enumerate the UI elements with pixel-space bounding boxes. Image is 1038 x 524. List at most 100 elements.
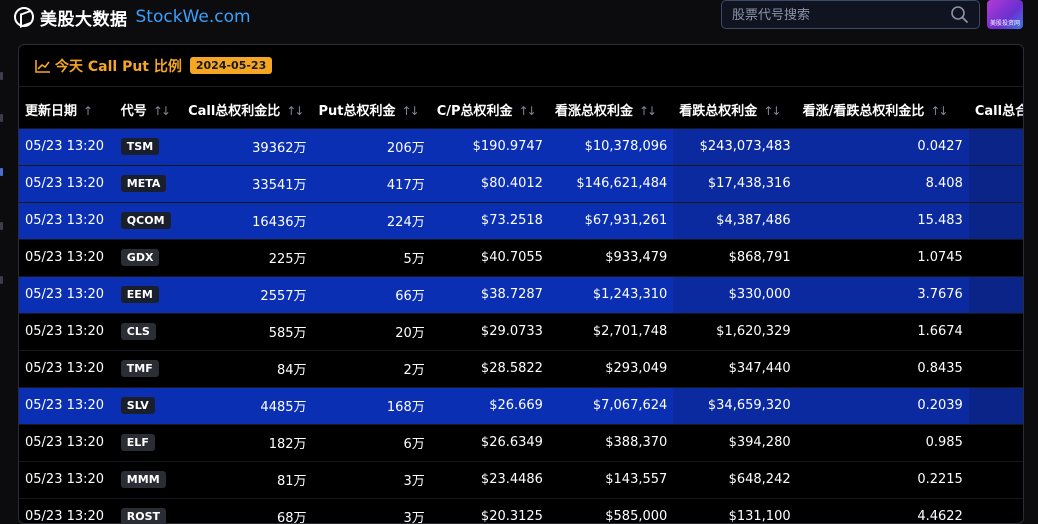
value-cell: 0.8435 <box>796 349 969 387</box>
value-cell: $1,620,329 <box>673 312 797 350</box>
table-row[interactable]: 05/23 13:20 QCOM 16436万 224万 $73.2518 $67,931… <box>19 201 1023 239</box>
sidebar-marker <box>0 168 3 176</box>
column-header-label: 看涨/看跌总权利金比 <box>802 104 925 120</box>
ticker-badge[interactable]: TMF <box>120 360 159 377</box>
column-header[interactable]: 看涨总权利金 ↑↓ <box>548 92 674 128</box>
value-cell: 12 <box>968 312 1023 350</box>
table-row[interactable]: 05/23 13:20 TMF 84万 2万 $28.5822 $293,049 $347,… <box>19 349 1023 387</box>
sort-icon[interactable]: ↑↓ <box>763 104 781 118</box>
value-cell: 310 <box>968 386 1023 424</box>
ticker-badge[interactable]: ROST <box>120 508 167 523</box>
sort-icon[interactable]: ↑↓ <box>153 104 171 118</box>
value-cell: $933,479 <box>548 238 674 276</box>
ticker-badge[interactable]: ELF <box>120 434 155 451</box>
date-cell: 05/23 13:20 <box>19 312 115 350</box>
search-input[interactable] <box>732 5 942 25</box>
value-cell: $7,067,624 <box>548 386 674 424</box>
table-row[interactable]: 05/23 13:20 ROST 68万 3万 $20.3125 $585,000 $131… <box>19 497 1023 523</box>
column-header[interactable]: 看跌总权利金 ↑↓ <box>673 92 797 128</box>
value-cell: 1 <box>968 423 1023 461</box>
ticker-cell: META <box>114 164 183 202</box>
table-row[interactable]: 05/23 13:20 TSM 39362万 206万 $190.9747 $10,378… <box>19 127 1023 165</box>
value-cell: $10,378,096 <box>548 127 674 165</box>
value-cell: $1,243,310 <box>548 275 674 313</box>
table-row[interactable]: 05/23 13:20 SLV 4485万 168万 $26.669 $7,067,624… <box>19 386 1023 424</box>
table-row[interactable]: 05/23 13:20 CLS 585万 20万 $29.0733 $2,701,748 $… <box>19 312 1023 350</box>
value-cell: $20.3125 <box>430 497 549 523</box>
card-header: 今天 Call Put 比例 2024-05-23 <box>19 45 1023 87</box>
value-cell: $2,701,748 <box>548 312 674 350</box>
ticker-badge[interactable]: QCOM <box>120 212 171 229</box>
sort-icon[interactable]: ↑↓ <box>519 104 537 118</box>
ticker-badge[interactable]: GDX <box>120 249 160 266</box>
value-cell: 182万 <box>182 423 313 461</box>
table-row[interactable]: 05/23 13:20 META 33541万 417万 $80.4012 $146,62… <box>19 164 1023 202</box>
value-cell: $648,242 <box>673 460 797 498</box>
date-badge: 2024-05-23 <box>189 57 273 74</box>
value-cell: 224万 <box>312 201 431 239</box>
table-row[interactable]: 05/23 13:20 EEM 2557万 66万 $38.7287 $1,243,310… <box>19 275 1023 313</box>
value-cell: $29.0733 <box>430 312 549 350</box>
date-cell: 05/23 13:20 <box>19 386 115 424</box>
value-cell: $243,073,483 <box>673 127 797 165</box>
value-cell: $34,659,320 <box>673 386 797 424</box>
value-cell: $67,931,261 <box>548 201 674 239</box>
value-cell: 417万 <box>312 164 431 202</box>
value-cell: 11 <box>968 238 1023 276</box>
ticker-cell: SLV <box>114 386 183 424</box>
sort-icon[interactable]: ↑↓ <box>402 104 420 118</box>
ticker-cell: CLS <box>114 312 183 350</box>
table-row[interactable]: 05/23 13:20 ELF 182万 6万 $26.6349 $388,370 $394… <box>19 423 1023 461</box>
sort-icon[interactable]: ↑↓ <box>639 104 657 118</box>
ticker-cell: TMF <box>114 349 183 387</box>
value-cell: 5万 <box>312 238 431 276</box>
value-cell: $17,438,316 <box>673 164 797 202</box>
avatar[interactable]: 美股投资网 <box>987 0 1023 29</box>
column-header[interactable]: Call总权利金比 ↑↓ <box>182 92 313 128</box>
value-cell: $80.4012 <box>430 164 549 202</box>
value-cell: $585,000 <box>548 497 674 523</box>
value-cell: $131,100 <box>673 497 797 523</box>
column-header[interactable]: 更新日期 ↑ <box>19 92 115 128</box>
ticker-cell: MMM <box>114 460 183 498</box>
sidebar-strip <box>0 42 4 524</box>
site-logo[interactable]: 美股大数据 StockWe.com <box>14 4 251 30</box>
ticker-badge[interactable]: SLV <box>120 397 155 414</box>
value-cell: 144 <box>968 127 1023 165</box>
value-cell: $28.5822 <box>430 349 549 387</box>
ticker-badge[interactable]: CLS <box>120 323 156 340</box>
sort-icon[interactable]: ↑↓ <box>930 104 948 118</box>
column-header[interactable]: Call总合约 <box>968 92 1023 128</box>
value-cell: $388,370 <box>548 423 674 461</box>
column-header[interactable]: Put总权利金 ↑↓ <box>312 92 431 128</box>
value-cell: $347,440 <box>673 349 797 387</box>
value-cell: 2557万 <box>182 275 313 313</box>
top-bar: 美股大数据 StockWe.com 美股投资网 <box>0 0 1038 36</box>
ticker-badge[interactable]: TSM <box>120 138 160 155</box>
value-cell: 33541万 <box>182 164 313 202</box>
table-row[interactable]: 05/23 13:20 GDX 225万 5万 $40.7055 $933,479 $868… <box>19 238 1023 276</box>
date-cell: 05/23 13:20 <box>19 275 115 313</box>
value-cell: 4485万 <box>182 386 313 424</box>
sort-icon[interactable]: ↑ <box>83 104 93 118</box>
line-chart-icon <box>35 59 50 73</box>
value-cell: 3万 <box>312 460 431 498</box>
value-cell: 52 <box>968 201 1023 239</box>
ticker-badge[interactable]: META <box>120 175 167 192</box>
column-header[interactable]: 代号 ↑↓ <box>114 92 183 128</box>
ticker-badge[interactable]: MMM <box>120 471 166 488</box>
ticker-badge[interactable]: EEM <box>120 286 159 303</box>
column-header-label: Call总合约 <box>974 104 1023 120</box>
table-row[interactable]: 05/23 13:20 MMM 81万 3万 $23.4486 $143,557 $648,… <box>19 460 1023 498</box>
value-cell: $26.6349 <box>430 423 549 461</box>
sort-icon[interactable]: ↑↓ <box>286 104 304 118</box>
search-icon[interactable] <box>949 4 971 26</box>
value-cell: $23.4486 <box>430 460 549 498</box>
column-header[interactable]: 看涨/看跌总权利金比 ↑↓ <box>796 92 969 128</box>
column-header-label: 看涨总权利金 <box>554 104 633 120</box>
value-cell: 3万 <box>312 497 431 523</box>
table-header-row: 更新日期 ↑ 代号 ↑↓ Call总权利金比 ↑↓ Put总权利金 ↑↓ C/P总权利金 ↑↓ 看涨… <box>19 92 1023 128</box>
value-cell: 16436万 <box>182 201 313 239</box>
column-header[interactable]: C/P总权利金 ↑↓ <box>430 92 549 128</box>
value-cell: $146,621,484 <box>548 164 674 202</box>
